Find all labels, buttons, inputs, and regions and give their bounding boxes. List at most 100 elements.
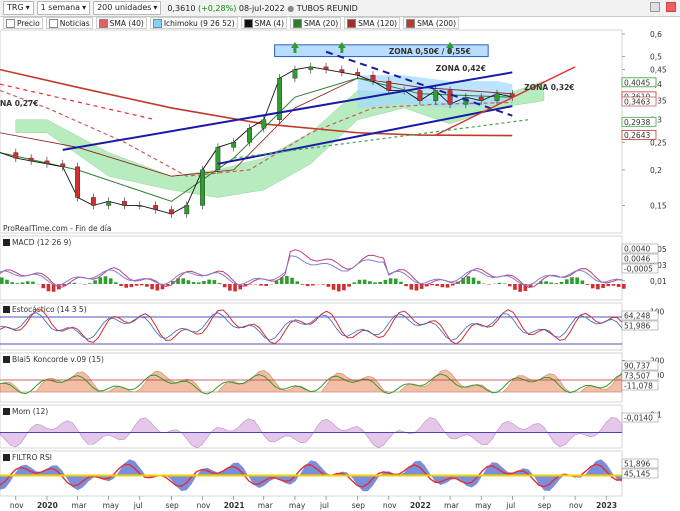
candle-body bbox=[200, 169, 205, 206]
macd-histogram-bar bbox=[368, 281, 372, 284]
candle-body bbox=[90, 197, 96, 206]
macd-histogram-bar bbox=[41, 284, 46, 289]
candle-body bbox=[386, 80, 392, 91]
x-tick-label: mar bbox=[258, 501, 274, 510]
panel-y-tick-label: 0,01 bbox=[650, 277, 667, 286]
macd-histogram-bar bbox=[196, 282, 201, 284]
mom-panel: Mom (12)0,1-0,0140 bbox=[0, 404, 662, 449]
macd-histogram-bar bbox=[114, 282, 118, 284]
candle-body bbox=[215, 147, 221, 171]
zone-027-label: NA 0,27€ bbox=[0, 99, 38, 108]
macd-histogram-bar bbox=[264, 284, 268, 286]
macd-histogram-bar bbox=[134, 284, 139, 286]
macd-histogram-bar bbox=[108, 278, 113, 284]
macd-title: MACD (12 26 9) bbox=[12, 238, 71, 247]
macd-histogram-bar bbox=[290, 277, 294, 284]
panel-value-label: 51,896 bbox=[624, 460, 650, 469]
candle-body bbox=[447, 90, 453, 105]
macd-histogram-bar bbox=[580, 280, 585, 284]
candle-body bbox=[261, 119, 267, 129]
panel-collapse-icon bbox=[3, 408, 10, 415]
macd-histogram-bar bbox=[471, 277, 476, 284]
x-tick-label: sep bbox=[538, 501, 552, 510]
macd-histogram-bar bbox=[616, 284, 621, 287]
macd-histogram-bar bbox=[202, 281, 206, 284]
macd-histogram-bar bbox=[186, 280, 191, 284]
panel-value-label: 0,0040 bbox=[624, 245, 650, 254]
macd-histogram-bar bbox=[259, 284, 263, 286]
stoch-title: Estocástico (14 3 5) bbox=[12, 305, 87, 314]
macd-histogram-bar bbox=[554, 283, 559, 284]
macd-histogram-bar bbox=[590, 284, 595, 289]
x-tick-label: sep bbox=[165, 501, 179, 510]
macd-histogram-bar bbox=[233, 284, 237, 292]
x-tick-label: may bbox=[475, 501, 492, 510]
macd-histogram-bar bbox=[347, 284, 351, 287]
candle-body bbox=[323, 66, 329, 70]
panel-collapse-icon bbox=[3, 239, 10, 246]
macd-histogram-bar bbox=[440, 284, 445, 288]
candle-body bbox=[247, 128, 252, 143]
macd-histogram-bar bbox=[399, 281, 403, 284]
y-tick-label: 0,6 bbox=[650, 30, 662, 39]
macd-histogram-bar bbox=[549, 282, 554, 284]
macd-histogram-bar bbox=[46, 284, 51, 292]
macd-histogram-bar bbox=[601, 284, 605, 288]
candle-body bbox=[60, 163, 66, 168]
macd-histogram-bar bbox=[305, 284, 310, 287]
macd-histogram-bar bbox=[295, 281, 300, 284]
macd-histogram-bar bbox=[388, 278, 393, 284]
y-tick-label: 0,45 bbox=[650, 66, 667, 75]
macd-histogram-bar bbox=[191, 282, 196, 284]
blai5-panel: Blai5 Koncorde v.09 (15)20010090,73773,5… bbox=[0, 352, 665, 403]
price-tag-label: 0,2938 bbox=[624, 118, 650, 127]
x-tick-label: nov bbox=[197, 501, 211, 510]
macd-histogram-bar bbox=[450, 284, 455, 286]
mom-title: Mom (12) bbox=[12, 407, 48, 416]
candle-body bbox=[478, 96, 484, 101]
macd-histogram-bar bbox=[507, 284, 512, 287]
x-tick-label: mar bbox=[444, 501, 460, 510]
macd-histogram-bar bbox=[5, 279, 9, 284]
x-tick-label: 2020 bbox=[37, 501, 58, 510]
macd-histogram-bar bbox=[98, 277, 103, 284]
candle-body bbox=[137, 205, 143, 207]
x-tick-label: 2022 bbox=[410, 501, 431, 510]
macd-histogram-bar bbox=[228, 284, 232, 291]
macd-histogram-bar bbox=[129, 284, 134, 288]
macd-histogram-bar bbox=[212, 280, 217, 284]
candle-body bbox=[494, 93, 500, 101]
macd-histogram-bar bbox=[93, 280, 97, 284]
chart-canvas: ZONA 0,50€ / 0,55€ ZONA 0,42€ ZONA 0,32€ NA… bbox=[0, 29, 667, 510]
panel-value-label: -11,078 bbox=[624, 382, 653, 391]
macd-panel: MACD (12 26 9)0,050,030,010,00400,0046-0… bbox=[0, 235, 667, 301]
x-tick-label: nov bbox=[569, 501, 583, 510]
macd-histogram-bar bbox=[585, 284, 590, 285]
macd-histogram-bar bbox=[357, 279, 362, 284]
panel-value-label: 64,248 bbox=[624, 312, 650, 321]
macd-histogram-bar bbox=[20, 282, 25, 284]
macd-histogram-bar bbox=[575, 277, 579, 284]
x-tick-label: 2023 bbox=[596, 501, 617, 510]
y-tick-label: 0,2 bbox=[650, 166, 662, 175]
x-tick-label: may bbox=[289, 501, 306, 510]
candle-body bbox=[44, 160, 50, 165]
macd-histogram-bar bbox=[409, 284, 414, 290]
indicator-panels: MACD (12 26 9)0,050,030,010,00400,0046-0… bbox=[0, 235, 667, 497]
macd-histogram-bar bbox=[404, 284, 408, 287]
macd-histogram-bar bbox=[570, 277, 574, 284]
panel-value-label: -0,0140 bbox=[624, 414, 653, 423]
macd-histogram-bar bbox=[518, 284, 522, 292]
x-tick-label: jul bbox=[319, 501, 329, 510]
macd-histogram-bar bbox=[139, 284, 144, 286]
macd-histogram-bar bbox=[622, 284, 626, 289]
macd-histogram-bar bbox=[119, 284, 123, 287]
zone-050-label: ZONA 0,50€ / 0,55€ bbox=[389, 47, 471, 56]
macd-frame bbox=[0, 235, 623, 301]
macd-histogram-bar bbox=[103, 276, 108, 284]
macd-histogram-bar bbox=[336, 284, 341, 292]
x-tick-label: sep bbox=[352, 501, 366, 510]
macd-histogram-bar bbox=[435, 284, 440, 286]
x-tick-label: 2021 bbox=[224, 501, 245, 510]
zone-042-label: ZONA 0,42€ bbox=[436, 64, 486, 73]
